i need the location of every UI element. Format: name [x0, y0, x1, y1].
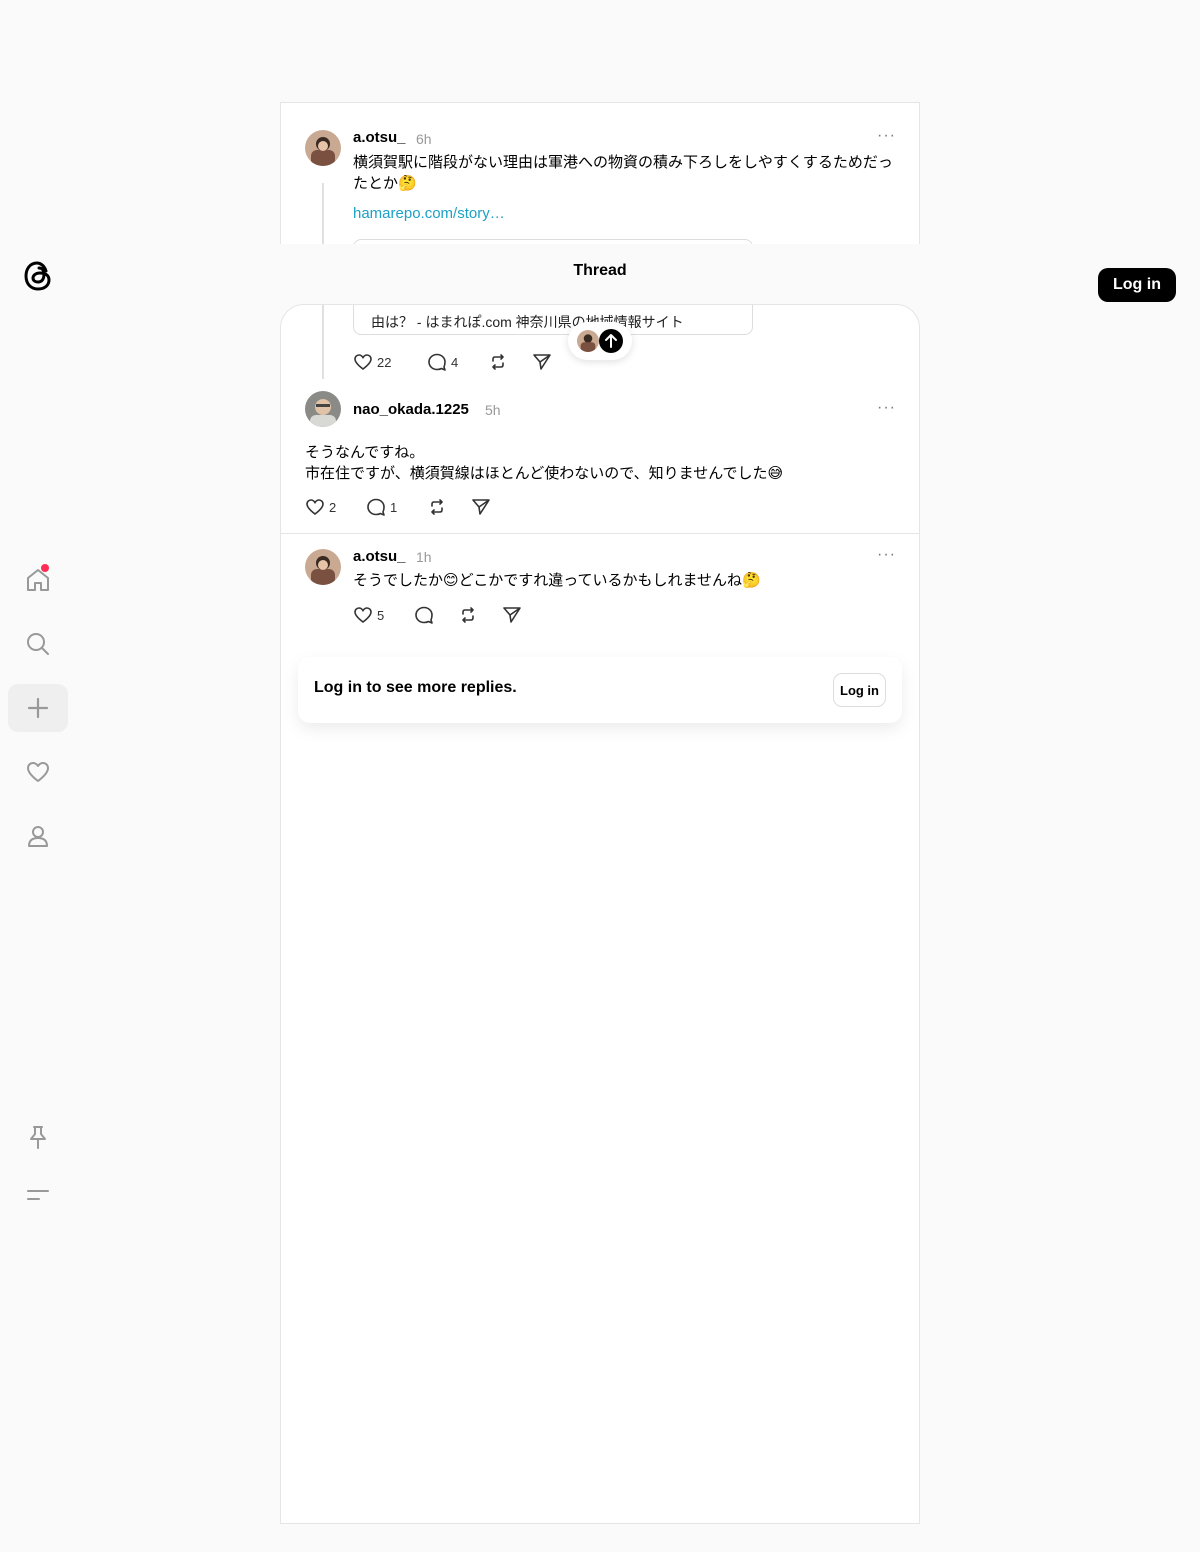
page-title: Thread: [573, 262, 627, 279]
link-card-top[interactable]: [353, 239, 753, 244]
post-text-line1: 横須賀駅に階段がない理由は軍港への物資の積み下ろしをしやすくするためだっ: [353, 154, 893, 171]
comment-icon: [367, 498, 385, 516]
plus-icon: [27, 697, 49, 719]
reply-time: 5h: [485, 402, 501, 418]
login-prompt-text: Log in to see more replies.: [314, 679, 517, 696]
nav-menu[interactable]: [8, 1171, 68, 1219]
reply-button[interactable]: 4: [427, 352, 458, 372]
heart-icon: [27, 762, 49, 782]
avatar[interactable]: [305, 130, 341, 166]
like-count: 2: [329, 499, 337, 515]
repost-button[interactable]: [458, 605, 478, 625]
reply-count: 1: [390, 499, 398, 515]
link-card-text: 由は？ - はまれぽ.com 神奈川県の地域情報サイト: [371, 314, 684, 330]
heart-icon: [354, 607, 372, 624]
heart-icon: [306, 499, 324, 516]
reply-count: 4: [451, 354, 459, 370]
thread-line: [322, 183, 324, 244]
like-count: 5: [377, 607, 385, 623]
reply-text: そうでしたか😊どこかですれ違っているかもしれませんね🤔: [353, 572, 761, 589]
share-button[interactable]: [502, 605, 522, 625]
share-button[interactable]: [532, 352, 552, 372]
arrow-up-icon: [599, 329, 623, 353]
notification-dot: [41, 564, 49, 572]
reply-button[interactable]: [414, 605, 434, 625]
repost-button[interactable]: [488, 352, 508, 372]
menu-icon: [27, 1190, 49, 1200]
person-icon: [28, 826, 48, 847]
nav-create[interactable]: [8, 684, 68, 732]
scroll-to-top-pill[interactable]: [568, 322, 632, 360]
post-link[interactable]: hamarepo.com/story…: [353, 205, 505, 222]
nav-pinned[interactable]: [8, 1113, 68, 1161]
repost-icon: [492, 354, 504, 370]
link-card[interactable]: 由は？ - はまれぽ.com 神奈川県の地域情報サイト: [353, 305, 753, 335]
search-icon: [27, 633, 49, 655]
share-icon: [472, 499, 490, 515]
more-options-icon[interactable]: ···: [877, 127, 896, 145]
avatar[interactable]: [305, 549, 341, 585]
reply-username[interactable]: nao_okada.1225: [353, 401, 469, 418]
reply-text-line2: 市在住ですが、横須賀線はほとんど使わないので、知りませんでした😅: [305, 465, 784, 482]
thread-panel: 由は？ - はまれぽ.com 神奈川県の地域情報サイト 22 4 nao_oka…: [280, 304, 920, 1524]
share-button[interactable]: [471, 497, 491, 517]
repost-button[interactable]: [427, 497, 447, 517]
nav-profile[interactable]: [8, 812, 68, 860]
post-text-line2: たとか🤔: [353, 175, 417, 192]
nav-home[interactable]: [8, 556, 68, 604]
original-post-top: a.otsu_ 6h ··· 横須賀駅に階段がない理由は軍港への物資の積み下ろし…: [280, 102, 920, 244]
divider: [281, 533, 919, 534]
repost-icon: [462, 607, 474, 623]
login-prompt: Log in to see more replies. Log in: [298, 657, 902, 723]
pin-icon: [30, 1126, 46, 1149]
threads-logo-icon[interactable]: [20, 257, 56, 295]
like-count: 22: [377, 354, 392, 370]
login-button[interactable]: Log in: [1098, 268, 1176, 302]
share-icon: [533, 354, 551, 370]
post-time: 6h: [416, 131, 432, 147]
avatar: [577, 330, 599, 352]
repost-icon: [431, 499, 443, 515]
reply-username[interactable]: a.otsu_: [353, 548, 406, 565]
comment-icon: [415, 606, 433, 624]
share-icon: [503, 607, 521, 623]
thread-line: [322, 305, 324, 379]
more-options-icon[interactable]: ···: [877, 399, 896, 417]
reply-time: 1h: [416, 549, 432, 565]
comment-icon: [428, 353, 446, 371]
post-username[interactable]: a.otsu_: [353, 129, 406, 146]
heart-icon: [354, 354, 372, 371]
like-button[interactable]: 2: [305, 497, 336, 517]
like-button[interactable]: 5: [353, 605, 384, 625]
more-options-icon[interactable]: ···: [877, 546, 896, 564]
nav-activity[interactable]: [8, 748, 68, 796]
reply-button[interactable]: 1: [366, 497, 397, 517]
like-button[interactable]: 22: [353, 352, 391, 372]
nav-search[interactable]: [8, 620, 68, 668]
login-prompt-button[interactable]: Log in: [833, 673, 886, 707]
avatar[interactable]: [305, 391, 341, 427]
reply-text-line1: そうなんですね。: [305, 444, 425, 461]
